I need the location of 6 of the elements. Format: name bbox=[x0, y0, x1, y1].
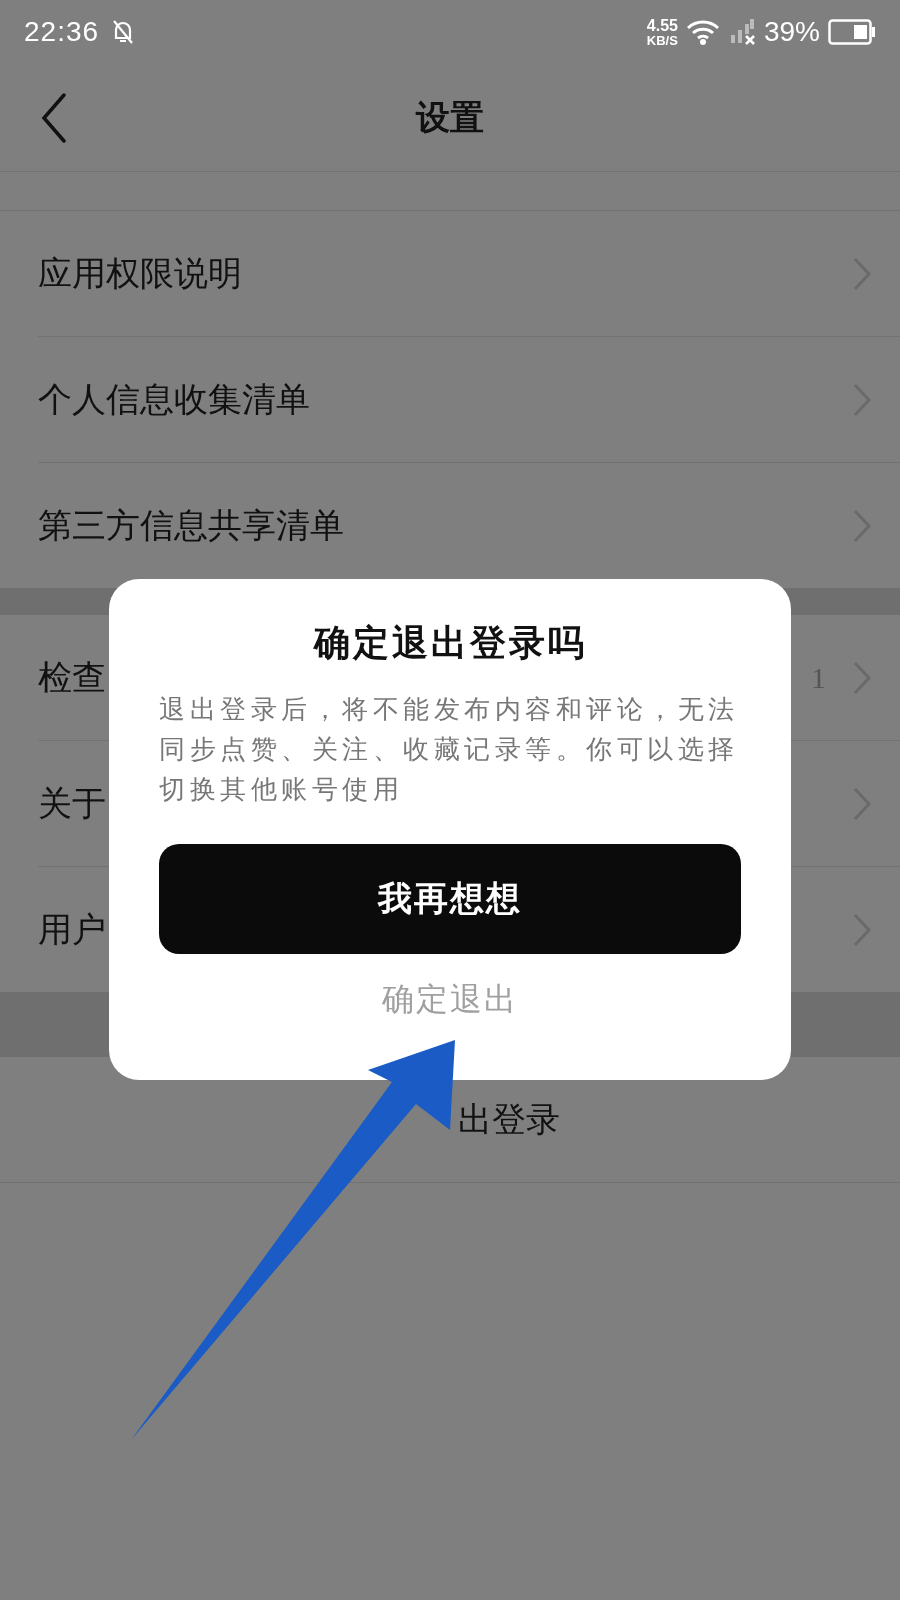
page-title: 设置 bbox=[416, 97, 484, 138]
network-speed: 4.55 KB/S bbox=[646, 17, 678, 47]
dialog-title: 确定退出登录吗 bbox=[313, 622, 587, 665]
status-time: 22:36 bbox=[24, 16, 100, 48]
dialog-message: 退出登录后，将不能发布内容和评论，无法同步点赞、关注、收藏记录等。你可以选择切换其他账号使用 bbox=[159, 694, 740, 806]
battery-percent: 39% bbox=[763, 16, 820, 48]
